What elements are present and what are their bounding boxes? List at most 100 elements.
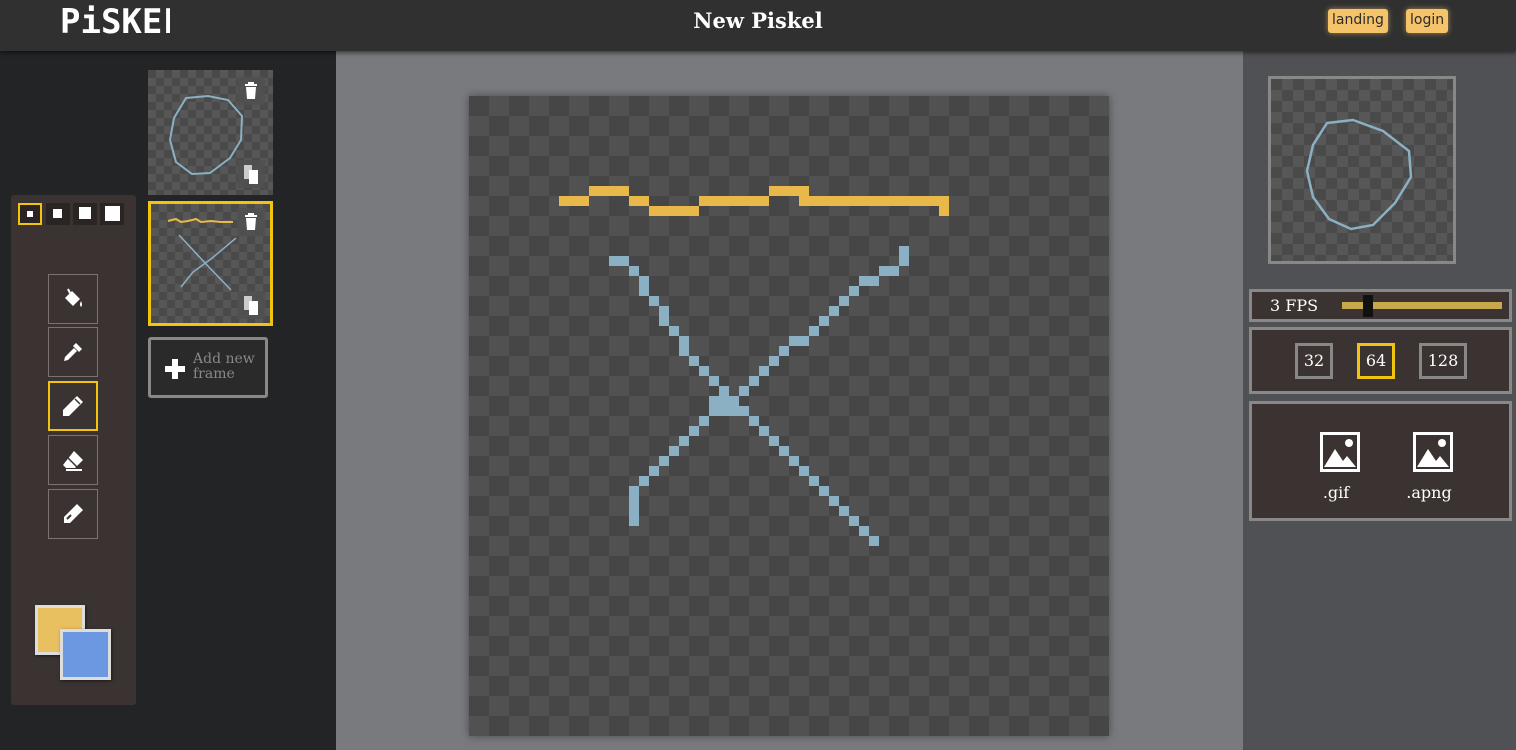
- lighten-tool[interactable]: [48, 489, 98, 539]
- add-new-frame-button[interactable]: Add new frame: [148, 337, 268, 398]
- blue-pixel: [659, 306, 669, 316]
- yellow-pixel: [569, 196, 579, 206]
- yellow-pixel: [699, 196, 709, 206]
- eraser-tool[interactable]: [48, 435, 98, 485]
- blue-pixel: [629, 486, 639, 496]
- delete-frame-1-button[interactable]: [237, 77, 265, 105]
- blue-pixel: [829, 306, 839, 316]
- blue-pixel: [709, 396, 719, 406]
- blue-pixel: [859, 526, 869, 536]
- blue-pixel: [629, 496, 639, 506]
- frame-thumbnail-1[interactable]: [148, 70, 273, 195]
- blue-pixel: [719, 396, 729, 406]
- blue-pixel: [879, 266, 889, 276]
- delete-frame-2-button[interactable]: [237, 208, 265, 236]
- blue-pixel: [629, 516, 639, 526]
- fps-slider-thumb[interactable]: [1363, 295, 1373, 317]
- fps-control: 3 FPS: [1249, 289, 1512, 322]
- yellow-pixel: [809, 196, 819, 206]
- blue-pixel: [679, 346, 689, 356]
- app-title: New Piskel: [693, 8, 823, 33]
- add-new-frame-label: Add new frame: [193, 351, 255, 382]
- blue-pixel: [719, 406, 729, 416]
- pen-size-4[interactable]: [100, 203, 124, 225]
- blue-pixel: [779, 446, 789, 456]
- blue-pixel: [749, 416, 759, 426]
- yellow-pixel: [879, 196, 889, 206]
- secondary-color-swatch[interactable]: [60, 629, 111, 680]
- blue-pixel: [649, 296, 659, 306]
- blue-pixel: [679, 336, 689, 346]
- blue-pixel: [809, 326, 819, 336]
- blue-pixel: [789, 456, 799, 466]
- trash-icon: [245, 213, 257, 230]
- export-options: .gif .apng: [1249, 401, 1512, 521]
- yellow-pixel: [799, 186, 809, 196]
- animation-preview: [1268, 76, 1456, 264]
- yellow-pixel: [679, 206, 689, 216]
- eyedropper-icon: [64, 343, 82, 361]
- trash-icon: [245, 82, 257, 99]
- blue-pixel: [679, 436, 689, 446]
- blue-pixel: [759, 366, 769, 376]
- blue-pixel: [799, 336, 809, 346]
- yellow-pixel: [739, 196, 749, 206]
- color-picker-tool[interactable]: [48, 327, 98, 377]
- image-icon: [1413, 432, 1453, 472]
- blue-pixel: [689, 426, 699, 436]
- blue-pixel: [639, 476, 649, 486]
- fps-label: 3 FPS: [1270, 296, 1319, 315]
- yellow-pixel: [649, 206, 659, 216]
- blue-pixel: [809, 476, 819, 486]
- pen-size-2[interactable]: [46, 203, 70, 225]
- yellow-pixel: [639, 196, 649, 206]
- yellow-pixel: [689, 206, 699, 216]
- yellow-pixel: [789, 186, 799, 196]
- blue-pixel: [739, 386, 749, 396]
- blue-pixel: [869, 276, 879, 286]
- size-option-64[interactable]: 64: [1357, 343, 1395, 379]
- size-option-128[interactable]: 128: [1419, 343, 1467, 379]
- image-icon: [1320, 432, 1360, 472]
- duplicate-icon: [244, 296, 258, 315]
- blue-pixel: [819, 316, 829, 326]
- blue-pixel: [769, 356, 779, 366]
- login-button[interactable]: login: [1406, 9, 1449, 33]
- yellow-pixel: [929, 196, 939, 206]
- blue-pixel: [849, 516, 859, 526]
- yellow-pixel: [799, 196, 809, 206]
- pen-tool[interactable]: [48, 381, 98, 431]
- top-bar: PiSKEL New Piskel landing login: [0, 0, 1516, 51]
- yellow-pixel: [869, 196, 879, 206]
- yellow-pixel: [629, 196, 639, 206]
- yellow-pixel: [919, 196, 929, 206]
- landing-button[interactable]: landing: [1328, 9, 1388, 33]
- paint-bucket-tool[interactable]: [48, 274, 98, 324]
- size-option-32[interactable]: 32: [1295, 343, 1333, 379]
- blue-pixel: [889, 266, 899, 276]
- duplicate-frame-1-button[interactable]: [237, 160, 265, 188]
- yellow-pixel: [589, 186, 599, 196]
- pen-size-3[interactable]: [73, 203, 97, 225]
- pen-size-1[interactable]: [18, 203, 42, 225]
- blue-pixel: [619, 256, 629, 266]
- drawing-canvas[interactable]: [469, 96, 1109, 736]
- blue-pixel: [849, 286, 859, 296]
- blue-pixel: [899, 256, 909, 266]
- yellow-pixel: [819, 196, 829, 206]
- yellow-pixel: [749, 196, 759, 206]
- yellow-pixel: [859, 196, 869, 206]
- blue-pixel: [739, 406, 749, 416]
- blue-pixel: [689, 356, 699, 366]
- paint-bucket-icon: [65, 288, 82, 307]
- yellow-pixel: [849, 196, 859, 206]
- yellow-pixel: [609, 186, 619, 196]
- blue-pixel: [709, 406, 719, 416]
- yellow-pixel: [899, 196, 909, 206]
- blue-pixel: [839, 506, 849, 516]
- duplicate-frame-2-button[interactable]: [237, 291, 265, 319]
- blue-pixel: [749, 376, 759, 386]
- frame-thumbnail-2[interactable]: [148, 201, 273, 326]
- blue-pixel: [629, 506, 639, 516]
- yellow-pixel: [939, 206, 949, 216]
